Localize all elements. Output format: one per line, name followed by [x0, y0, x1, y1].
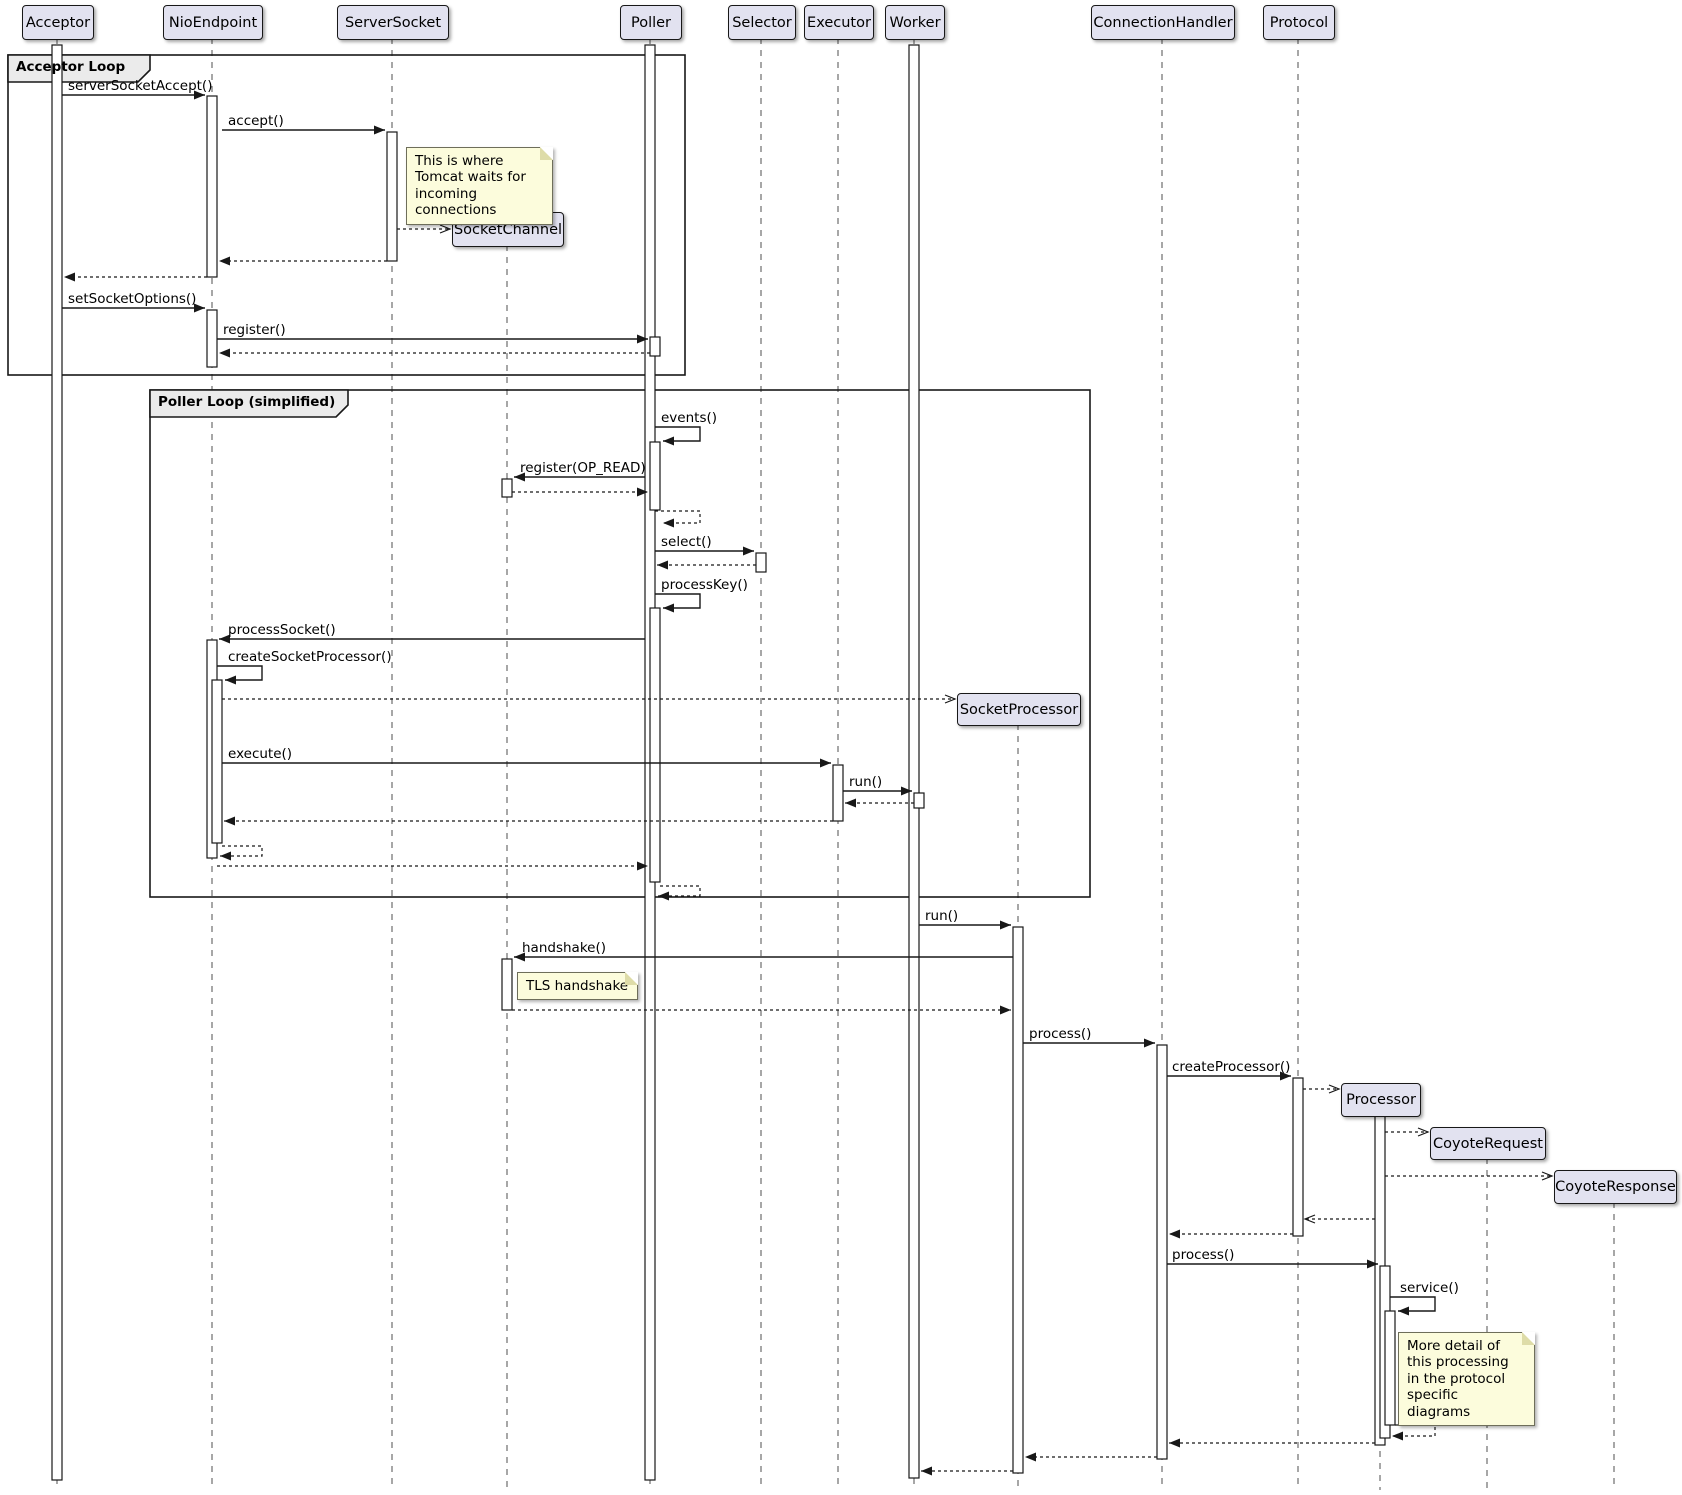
activation-executor: [833, 765, 843, 821]
return-createsocketprocessor-self: [220, 846, 262, 856]
message-label-processsocket: processSocket(): [228, 622, 336, 638]
message-label-setsocketoptions: setSocketOptions(): [68, 291, 196, 307]
message-label-accept: accept(): [228, 113, 284, 129]
activation-serversocket: [387, 132, 397, 261]
frame-acceptor-loop: [8, 55, 685, 375]
message-label-select: select(): [661, 534, 712, 550]
activation-socketchannel-register: [502, 479, 512, 497]
message-label-service: service(): [1400, 1280, 1459, 1296]
activation-processor-service: [1385, 1311, 1395, 1425]
arrow-processkey-self: [655, 594, 700, 608]
frame-label-poller-loop: Poller Loop (simplified): [158, 394, 335, 410]
participant-coyoteresponse: CoyoteResponse: [1554, 1170, 1677, 1204]
participant-executor: Executor: [804, 5, 874, 40]
participant-selector: Selector: [728, 5, 796, 40]
message-label-run-socketprocessor: run(): [925, 908, 958, 924]
activation-protocol: [1293, 1078, 1303, 1236]
return-events-self: [655, 511, 700, 523]
activation-selector: [756, 553, 766, 572]
message-label-createsocketprocessor: createSocketProcessor(): [228, 649, 392, 665]
frame-label-acceptor-loop: Acceptor Loop: [16, 59, 125, 75]
sequence-diagram: Acceptor NioEndpoint ServerSocket Poller…: [0, 0, 1682, 1495]
message-label-process-processor: process(): [1172, 1247, 1234, 1263]
participant-acceptor: Acceptor: [22, 5, 94, 40]
message-label-createprocessor: createProcessor(): [1172, 1059, 1290, 1075]
note-more-detail: More detail of this processing in the pr…: [1398, 1332, 1535, 1426]
participant-worker: Worker: [885, 5, 945, 40]
activation-worker-run: [914, 793, 924, 808]
message-label-handshake: handshake(): [522, 940, 606, 956]
activation-acceptor: [52, 45, 62, 1480]
return-arrows: [64, 261, 1435, 1471]
activation-worker: [909, 45, 919, 1478]
participant-poller: Poller: [620, 5, 682, 40]
participant-nioendpoint: NioEndpoint: [163, 5, 263, 40]
create-arrows: [222, 229, 1552, 1176]
participant-socketprocessor: SocketProcessor: [957, 693, 1081, 726]
message-label-serversocketaccept: serverSocketAccept(): [68, 78, 212, 94]
participant-protocol: Protocol: [1263, 5, 1335, 40]
message-label-processkey: processKey(): [661, 577, 748, 593]
activation-nioendpoint-setopts: [207, 310, 217, 367]
arrow-createsocketprocessor-self: [217, 666, 262, 680]
activation-connectionhandler: [1157, 1045, 1167, 1459]
note-tls-handshake: TLS handshake: [517, 972, 638, 1000]
activation-nioendpoint-createsp: [212, 680, 222, 843]
return-processkey-self: [658, 886, 700, 896]
message-label-register: register(): [223, 322, 286, 338]
activation-poller-register: [650, 337, 660, 356]
participant-processor: Processor: [1341, 1083, 1421, 1117]
note-tomcat-waits: This is where Tomcat waits for incoming …: [406, 147, 553, 225]
participant-serversocket: ServerSocket: [337, 5, 449, 40]
message-label-process-ch: process(): [1029, 1026, 1091, 1042]
activation-nioendpoint-accept: [207, 96, 217, 277]
participant-connectionhandler: ConnectionHandler: [1091, 5, 1235, 40]
activation-socketchannel-handshake: [502, 959, 512, 1010]
call-arrows: [62, 95, 1435, 1311]
message-label-run-worker: run(): [849, 774, 882, 790]
participant-coyoterequest: CoyoteRequest: [1430, 1127, 1546, 1160]
return-service-self: [1392, 1425, 1435, 1436]
activation-poller-events: [650, 442, 660, 510]
arrow-service-self: [1390, 1297, 1435, 1311]
message-label-execute: execute(): [228, 746, 292, 762]
message-label-register-opread: register(OP_READ): [520, 460, 646, 476]
activation-socketprocessor: [1013, 927, 1023, 1473]
activation-poller-processkey: [650, 608, 660, 882]
arrow-events-self: [655, 427, 700, 441]
message-label-events: events(): [661, 410, 717, 426]
